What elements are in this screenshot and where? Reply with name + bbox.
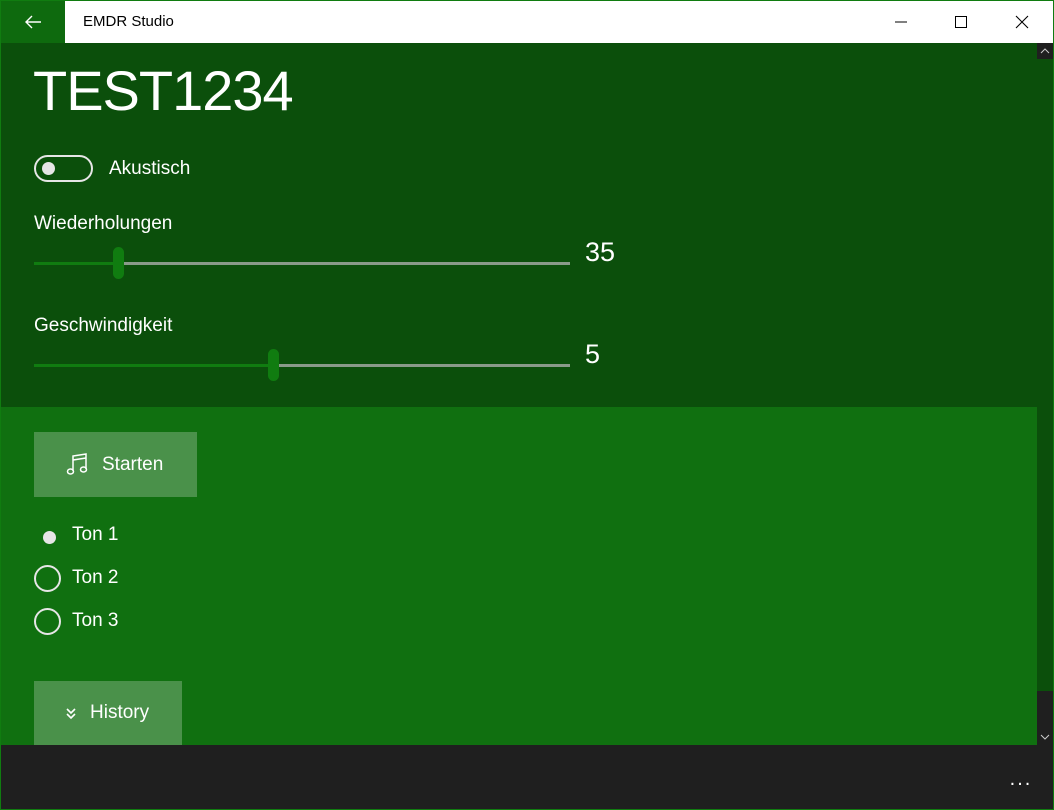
back-button[interactable] xyxy=(1,1,65,43)
radio-indicator xyxy=(34,564,61,592)
toggle-label: Akustisch xyxy=(109,158,191,179)
music-notes-icon xyxy=(66,452,88,475)
akustisch-toggle[interactable] xyxy=(34,155,93,182)
speed-label: Geschwindigkeit xyxy=(34,315,173,336)
maximize-button[interactable] xyxy=(931,1,991,43)
history-button[interactable]: History xyxy=(34,681,182,745)
app-title: EMDR Studio xyxy=(83,13,174,30)
playback-panel: Starten Ton 1 Ton 2 Ton 3 History xyxy=(1,407,1037,745)
toggle-knob xyxy=(42,162,55,175)
slider-fill xyxy=(34,262,118,265)
start-button[interactable]: Starten xyxy=(34,432,197,497)
tone-3-radio[interactable]: Ton 3 xyxy=(34,607,118,635)
slider-thumb[interactable] xyxy=(112,247,124,279)
double-chevron-down-icon xyxy=(66,708,76,720)
scroll-down-button[interactable] xyxy=(1037,729,1053,745)
tone-2-radio[interactable]: Ton 2 xyxy=(34,564,118,592)
more-options-button[interactable]: ... xyxy=(1001,759,1041,799)
back-arrow-icon xyxy=(25,15,41,29)
scroll-up-button[interactable] xyxy=(1037,43,1053,59)
repetitions-slider[interactable] xyxy=(34,247,570,279)
close-icon xyxy=(1015,15,1029,29)
speed-value: 5 xyxy=(585,339,601,369)
vertical-scrollbar[interactable] xyxy=(1037,43,1053,745)
speed-slider[interactable] xyxy=(34,349,570,381)
radio-label: Ton 1 xyxy=(72,524,119,545)
title-bar: EMDR Studio xyxy=(1,1,1053,43)
radio-label: Ton 2 xyxy=(72,567,119,588)
history-button-label: History xyxy=(90,702,150,723)
chevron-up-icon xyxy=(1040,48,1050,54)
slider-fill xyxy=(34,364,274,367)
scroll-thumb[interactable] xyxy=(1037,59,1053,691)
radio-label: Ton 3 xyxy=(72,610,119,631)
chevron-down-icon xyxy=(1040,734,1050,740)
command-bar: ... xyxy=(1,745,1053,809)
start-button-label: Starten xyxy=(102,453,164,475)
settings-panel: TEST1234 Akustisch Wiederholungen 35 Ges… xyxy=(1,43,1037,407)
app-window: EMDR Studio TEST1234 Akustisch Wiederhol… xyxy=(0,0,1054,810)
minimize-button[interactable] xyxy=(871,1,931,43)
repetitions-label: Wiederholungen xyxy=(34,213,173,234)
close-button[interactable] xyxy=(992,1,1052,43)
minimize-icon xyxy=(895,21,907,23)
radio-indicator xyxy=(34,607,61,635)
page-title: TEST1234 xyxy=(33,59,294,122)
radio-indicator xyxy=(34,521,61,549)
tone-1-radio[interactable]: Ton 1 xyxy=(34,521,118,549)
slider-thumb[interactable] xyxy=(268,349,280,381)
maximize-icon xyxy=(955,16,967,28)
repetitions-value: 35 xyxy=(585,237,616,267)
